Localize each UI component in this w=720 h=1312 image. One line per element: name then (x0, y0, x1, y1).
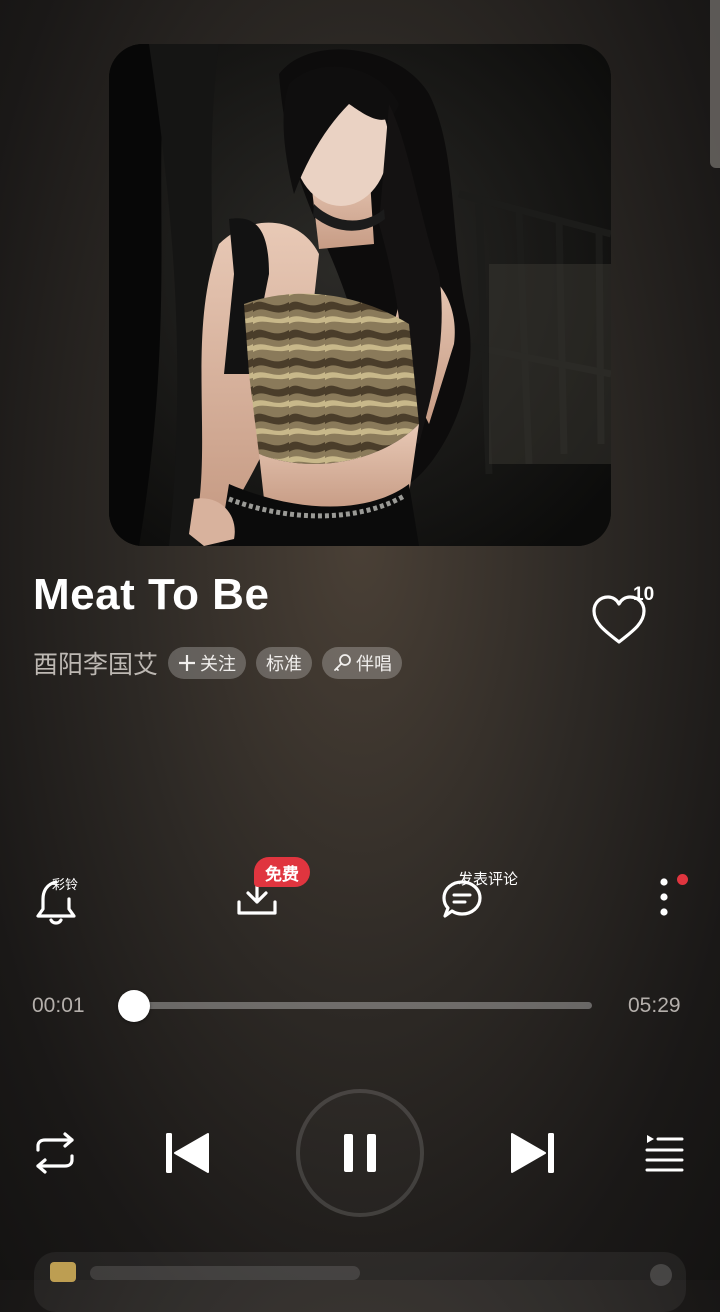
current-time: 00:01 (32, 994, 85, 1017)
song-title: Meat To Be (33, 570, 270, 619)
quality-button[interactable]: 标准 (256, 647, 313, 679)
note-icon (50, 1262, 76, 1282)
total-time: 05:29 (628, 994, 681, 1017)
ringtone-button[interactable]: 彩铃 (30, 870, 90, 926)
follow-button[interactable]: 关注 (168, 647, 247, 679)
comment-label: 发表评论 (458, 870, 519, 888)
scroll-indicator (710, 0, 720, 168)
previous-icon (166, 1133, 209, 1173)
more-button[interactable] (650, 876, 678, 920)
next-button[interactable] (508, 1130, 558, 1176)
repeat-button[interactable] (30, 1130, 80, 1176)
comment-button[interactable]: 发表评论 (438, 868, 528, 926)
bottom-bar-text-placeholder (90, 1266, 360, 1280)
playlist-button[interactable] (642, 1132, 686, 1174)
artist-name[interactable]: 酉阳李国艾 (33, 645, 158, 681)
free-badge: 免费 (254, 857, 310, 887)
bottom-bar-toggle[interactable] (650, 1264, 672, 1286)
album-cover-art (109, 44, 611, 546)
follow-label: 关注 (200, 654, 237, 675)
album-cover[interactable] (109, 44, 611, 546)
bottom-info-bar[interactable] (34, 1252, 686, 1312)
repeat-icon (36, 1132, 74, 1174)
pause-button[interactable] (334, 1130, 386, 1176)
progress-track[interactable] (134, 1002, 592, 1009)
accompany-button[interactable]: 伴唱 (322, 647, 403, 679)
previous-button[interactable] (162, 1130, 212, 1176)
notification-dot (677, 874, 688, 885)
microphone-icon (334, 654, 351, 671)
artist-row: 酉阳李国艾 关注 标准 伴唱 (33, 645, 403, 681)
like-count: 10 (633, 584, 655, 605)
accompany-label: 伴唱 (356, 654, 393, 675)
playlist-icon (645, 1135, 684, 1172)
pause-icon (344, 1134, 376, 1172)
more-icon (660, 878, 668, 916)
like-button[interactable]: 10 (588, 584, 662, 654)
next-icon (511, 1133, 554, 1173)
ringtone-label: 彩铃 (52, 878, 79, 893)
quality-label: 标准 (266, 654, 303, 675)
plus-icon (179, 655, 196, 671)
progress-knob[interactable] (118, 990, 150, 1022)
